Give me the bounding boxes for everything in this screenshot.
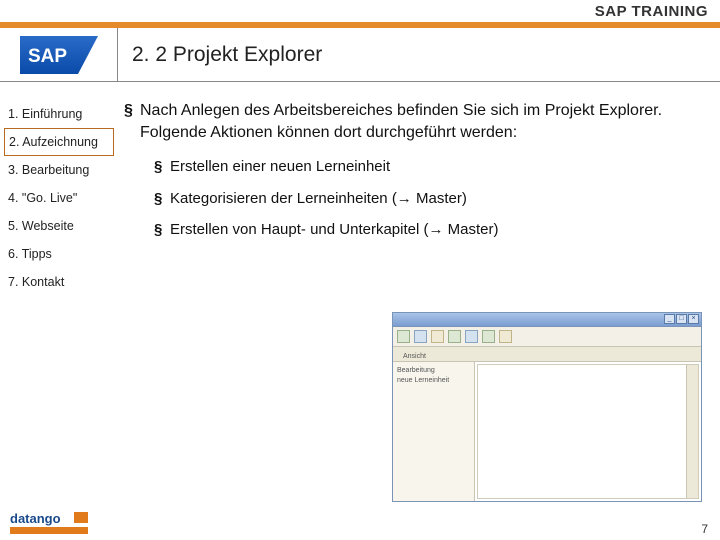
bullet-icon: § [124, 100, 140, 143]
header-title: SAP TRAINING [595, 3, 708, 20]
svg-text:SAP: SAP [28, 46, 67, 67]
window-side-panel: Bearbeitung neue Lerneinheit [393, 362, 475, 501]
toolbar-icon [414, 330, 427, 343]
sidebar-item-golive[interactable]: 4. "Go. Live" [0, 184, 118, 212]
embedded-screenshot: _ □ × Ansicht Be [392, 312, 702, 502]
page-title: 2. 2 Projekt Explorer [118, 43, 322, 67]
window-tabs: Ansicht [393, 347, 701, 361]
sap-logo: SAP [0, 28, 118, 81]
bullet-text-3: Erstellen von Haupt- und Unterkapitel (→… [170, 220, 498, 240]
window-tab: Ansicht [397, 352, 432, 361]
main-content: § Nach Anlegen des Arbeitsbereiches befi… [118, 82, 720, 506]
close-icon: × [688, 314, 699, 324]
svg-text:datango: datango [10, 511, 61, 526]
toolbar-icon [465, 330, 478, 343]
sidebar-item-einfuehrung[interactable]: 1. Einführung [0, 100, 118, 128]
bullet-icon: § [154, 220, 170, 240]
toolbar-icon [499, 330, 512, 343]
sidebar-item-tipps[interactable]: 6. Tipps [0, 240, 118, 268]
bullet-text-2: Kategorisieren der Lerneinheiten (→ Mast… [170, 189, 467, 209]
window-titlebar: _ □ × [393, 313, 701, 327]
bullet-icon: § [154, 157, 170, 177]
toolbar-icon [397, 330, 410, 343]
sidebar-item-webseite[interactable]: 5. Webseite [0, 212, 118, 240]
toolbar-icon [431, 330, 444, 343]
sidebar-item-bearbeitung[interactable]: 3. Bearbeitung [0, 156, 118, 184]
intro-text: Nach Anlegen des Arbeitsbereiches befind… [140, 100, 702, 143]
bullet-text-1: Erstellen einer neuen Lerneinheit [170, 157, 390, 177]
toolbar-icon [448, 330, 461, 343]
window-toolbar [393, 327, 701, 347]
toolbar-icon [482, 330, 495, 343]
window-main-panel [477, 364, 699, 499]
bullet-icon: § [154, 189, 170, 209]
sidebar-item-aufzeichnung[interactable]: 2. Aufzeichnung [4, 128, 114, 156]
minimize-icon: _ [664, 314, 675, 324]
maximize-icon: □ [676, 314, 687, 324]
sidebar-item-kontakt[interactable]: 7. Kontakt [0, 268, 118, 296]
datango-logo: datango [10, 510, 92, 536]
sidebar: 1. Einführung 2. Aufzeichnung 3. Bearbei… [0, 82, 118, 506]
page-number: 7 [701, 522, 708, 536]
